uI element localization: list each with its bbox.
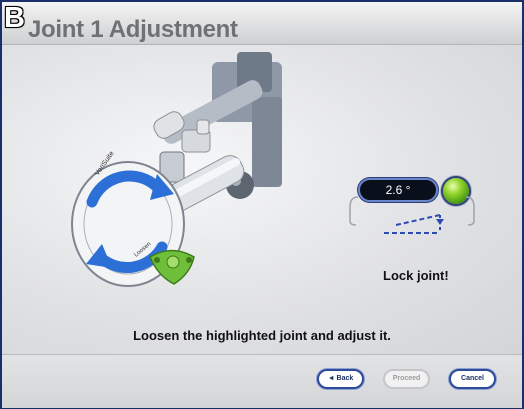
proceed-button[interactable]: Proceed [383,369,430,389]
app-window: B Joint 1 Adjustment VeriSuite Loosen 2.… [0,0,524,409]
cancel-button[interactable]: Cancel [449,369,496,389]
button-bar [2,354,522,408]
lock-message: Lock joint! [383,268,449,283]
title-bar: B Joint 1 Adjustment [2,2,522,45]
instruction-text: Loosen the highlighted joint and adjust … [133,328,391,343]
angle-indicator-icon [349,196,475,234]
page-title: Joint 1 Adjustment [28,16,238,43]
back-button[interactable]: ◄ Back [317,369,364,389]
joint-illustration: VeriSuite Loosen [71,52,282,287]
panel-letter: B [4,2,25,34]
lock-knob-icon [149,249,195,285]
